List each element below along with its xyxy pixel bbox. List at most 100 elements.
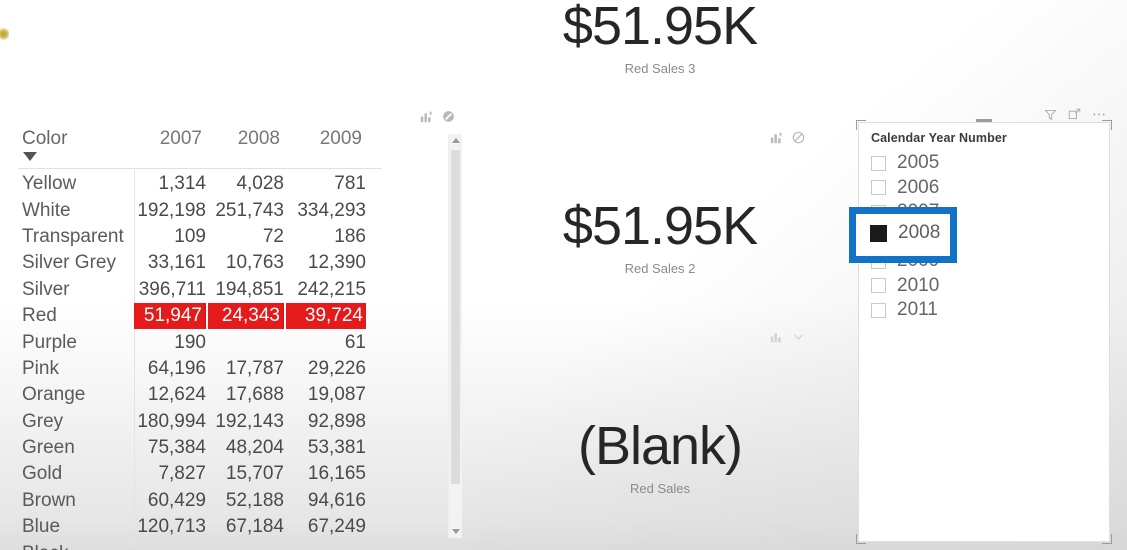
matrix-cell-v2009: 19,087 [307,384,366,406]
matrix-cell-color: Red [22,305,57,327]
annotation-highlight-box [849,207,957,263]
matrix-rows-container[interactable]: Yellow 1,314 4,028 781 White 192,198 251,743 33… [0,171,466,550]
matrix-cell-v2007: 190 [174,331,206,353]
matrix-cell-v2008: 192,143 [215,410,284,432]
matrix-visual-header-icons[interactable] [420,110,455,128]
sort-descending-caret-icon[interactable] [23,152,37,161]
matrix-cell-v2009: 67,249 [307,516,366,538]
card-visual-red-sales[interactable]: (Blank) Red Sales [500,418,820,496]
matrix-col-header-2008[interactable]: 2008 [204,126,280,150]
slicer-item-label: 2005 [897,152,940,174]
matrix-cell-v2008: 194,851 [215,278,284,300]
table-row[interactable]: Gold 7,827 15,707 16,165 [0,461,466,487]
card-value: (Blank) [577,416,743,476]
no-filter-icon[interactable] [442,110,455,128]
matrix-col-header-2007[interactable]: 2007 [130,126,202,150]
checkbox-unchecked-icon[interactable] [871,302,886,318]
matrix-cell-v2007: 51,947 [134,302,206,330]
matrix-cell-v2007: 109 [174,225,206,247]
matrix-cell-v2008: 48,204 [225,437,284,459]
matrix-cell-v2009: 53,381 [307,437,366,459]
matrix-cell-v2008: 52,188 [225,489,284,511]
card-label: Red Sales [630,480,690,496]
drill-chart-icon[interactable] [770,330,783,348]
matrix-cell-color: Orange [22,384,86,406]
slicer-item-2010[interactable]: 2010 [871,274,1101,299]
matrix-cell-v2007: 33,161 [147,252,206,274]
matrix-cell-v2009: 242,215 [297,278,366,300]
table-row[interactable]: Silver 396,711 194,851 242,215 [0,277,466,303]
checkbox-unchecked-icon[interactable] [871,180,886,196]
matrix-cell-color: Blue [22,516,61,538]
matrix-header-divider [18,168,382,169]
slicer-title: Calendar Year Number [871,131,1007,145]
no-filter-icon[interactable] [792,131,805,149]
matrix-cell-v2009: 16,165 [307,463,366,485]
scrollbar-up-arrow-icon[interactable] [449,134,462,147]
scrollbar-down-arrow-icon[interactable] [449,525,462,538]
matrix-cell-v2007: 120,713 [137,516,206,538]
matrix-row-header-label: Color [22,128,68,149]
card1-visual-header-icons[interactable] [770,330,805,348]
drill-chart-icon[interactable] [420,110,433,128]
matrix-cell-v2008: 24,343 [208,302,284,330]
matrix-cell-v2008: 15,707 [225,463,284,485]
matrix-cell-v2009: 39,724 [286,302,366,330]
chevron-down-icon[interactable] [792,330,805,348]
table-row[interactable]: Purple 190 61 [0,329,466,355]
slicer-item-2006[interactable]: 2006 [871,176,1101,201]
checkbox-unchecked-icon[interactable] [871,155,886,171]
card2-visual-header-icons[interactable] [770,131,805,149]
card-label: Red Sales 2 [624,260,696,276]
table-row[interactable]: Orange 12,624 17,688 19,087 [0,382,466,408]
matrix-cell-v2008: 67,184 [225,516,284,538]
matrix-cell-v2008: 4,028 [236,173,284,195]
matrix-cell-color: Green [22,437,75,459]
checkbox-unchecked-icon[interactable] [871,278,886,294]
matrix-cell-v2007: 64,196 [147,357,206,379]
matrix-cell-v2009: 334,293 [297,199,366,221]
matrix-cell-v2007: 12,624 [147,384,206,406]
card-visual-red-sales-3[interactable]: $51.95K Red Sales 3 [500,0,820,76]
table-row[interactable]: Green 75,384 48,204 53,381 [0,435,466,461]
table-row[interactable]: Transparent 109 72 186 [0,224,466,250]
matrix-col-header-2009[interactable]: 2009 [282,126,362,150]
slicer-visual-calendar-year[interactable]: Calendar Year Number 2005200620072008200… [858,122,1110,542]
card-value: $51.95K [562,0,758,56]
matrix-cell-v2007: 60,429 [147,489,206,511]
table-row[interactable]: Pink 64,196 17,787 29,226 [0,356,466,382]
matrix-cell-v2007: 75,384 [147,437,206,459]
matrix-cell-color: Gold [22,463,63,485]
slicer-item-2011[interactable]: 2011 [871,298,1101,323]
slicer-item-label: 2010 [897,274,940,296]
matrix-cell-v2007: 7,827 [158,463,206,485]
matrix-cell-color: Transparent [22,225,124,247]
card-visual-red-sales-2[interactable]: $51.95K Red Sales 2 [500,198,820,276]
table-row[interactable]: Grey 180,994 192,143 92,898 [0,409,466,435]
matrix-cell-color: Silver Grey [22,252,116,274]
table-row[interactable]: Silver Grey 33,161 10,763 12,390 [0,250,466,276]
scrollbar-thumb[interactable] [451,150,460,484]
table-row[interactable]: Blue 120,713 67,184 67,249 [0,514,466,540]
table-row[interactable]: Red 51,947 24,343 39,724 [0,302,466,330]
table-row[interactable]: Black [0,540,466,550]
slicer-item-2005[interactable]: 2005 [871,151,1101,176]
matrix-column-headers: Color 2007 2008 2009 [0,126,466,168]
matrix-cell-color: Yellow [22,173,77,195]
matrix-cell-color: Black [22,543,134,550]
slicer-item-label: 2006 [897,176,940,198]
drill-chart-icon[interactable] [770,131,783,149]
slicer-item-label: 2011 [897,299,938,321]
matrix-cell-v2007: 396,711 [138,278,206,300]
matrix-cell-v2008: 10,763 [225,252,284,274]
matrix-vertical-scrollbar[interactable] [448,134,462,538]
matrix-row-header-color[interactable]: Color [22,126,130,161]
matrix-cell-v2007: 180,994 [137,410,206,432]
matrix-cell-v2009: 92,898 [307,410,366,432]
matrix-visual[interactable]: Color 2007 2008 2009 Yellow 1,314 4,028 781… [0,126,466,550]
matrix-cell-v2007: 192,198 [137,199,206,221]
table-row[interactable]: Brown 60,429 52,188 94,616 [0,488,466,514]
table-row[interactable]: White 192,198 251,743 334,293 [0,197,466,223]
matrix-cell-v2009: 12,390 [307,252,366,274]
table-row[interactable]: Yellow 1,314 4,028 781 [0,171,466,197]
